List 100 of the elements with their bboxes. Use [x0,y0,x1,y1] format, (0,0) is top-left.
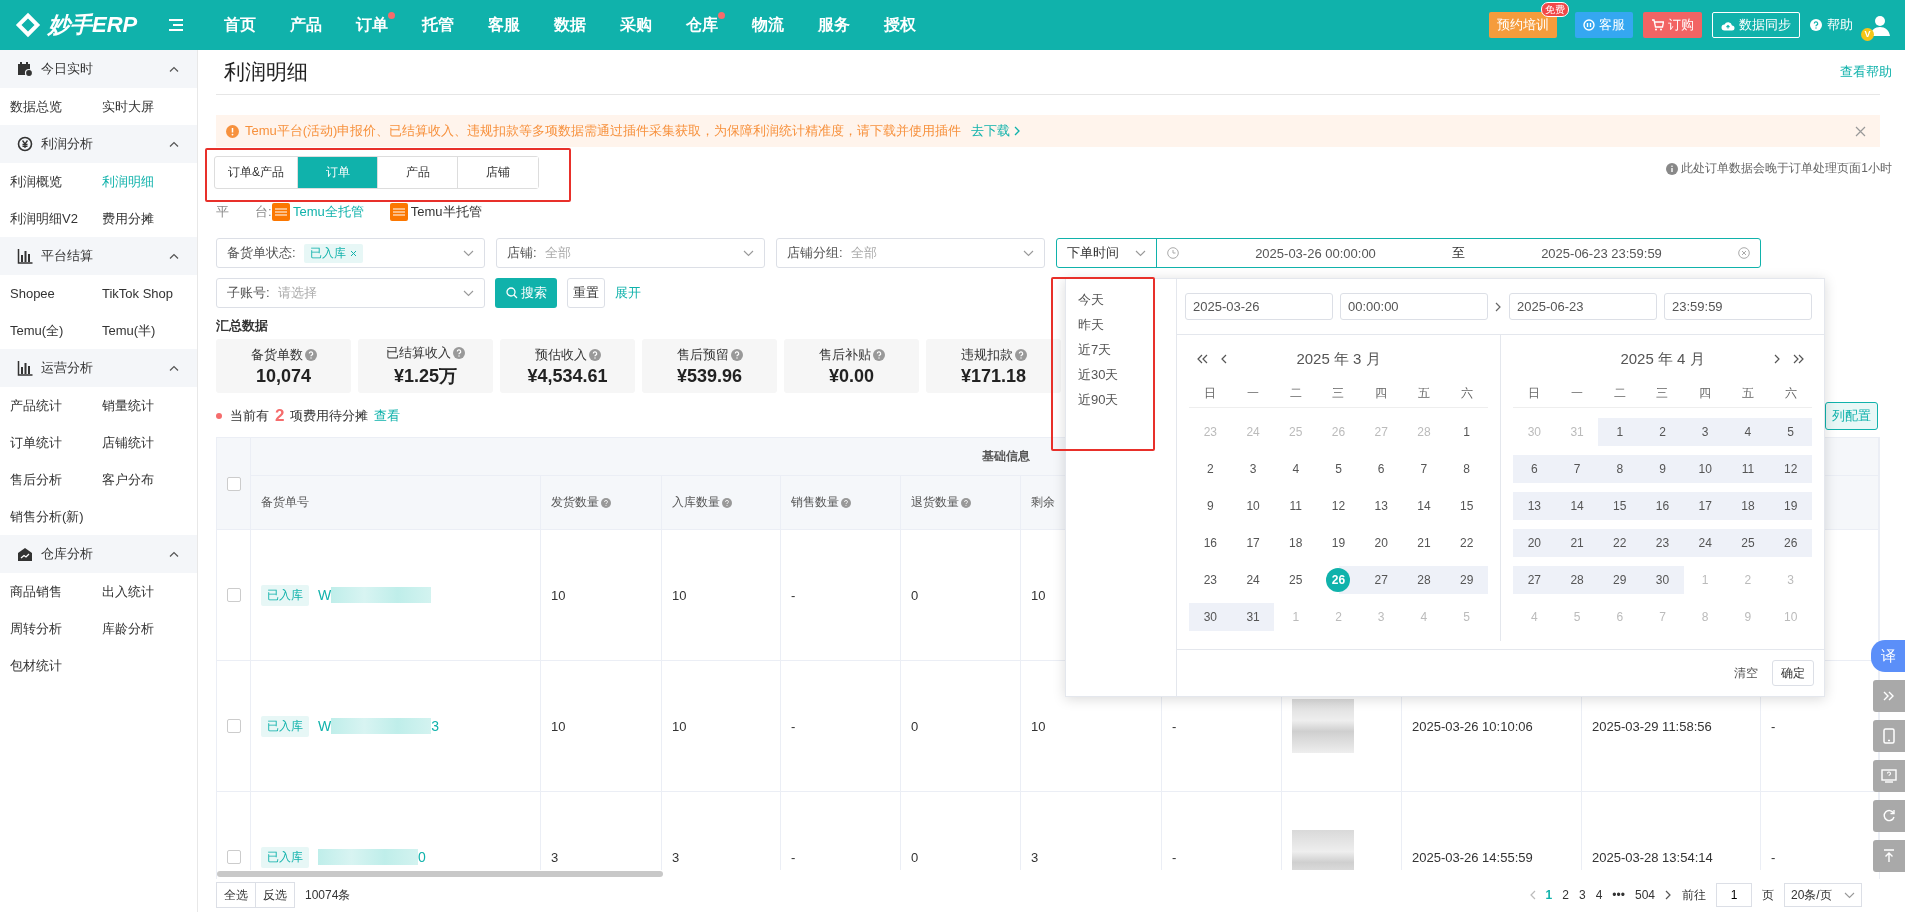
sidebar-item[interactable]: 商品销售 [0,573,92,610]
sidebar-item[interactable]: 数据总览 [0,88,92,125]
calendar-day[interactable]: 18 [1289,535,1303,550]
start-date-input[interactable]: 2025-03-26 [1185,293,1333,320]
sidebar-group-header[interactable]: 利润分析 [0,125,197,163]
help-button[interactable] [1873,760,1905,792]
calendar-day[interactable]: 1 [1463,424,1470,439]
calendar-day[interactable]: 29 [1613,572,1627,587]
sidebar-item[interactable]: 客户分布 [92,461,197,498]
collapse-button[interactable] [1873,680,1905,712]
calendar-day[interactable]: 2 [1207,461,1214,476]
sidebar-item[interactable]: 实时大屏 [92,88,197,125]
calendar-day[interactable]: 24 [1698,535,1712,550]
page-input[interactable]: 1 [1716,883,1752,907]
page-size-select[interactable]: 20条/页 [1784,883,1862,907]
calendar-day[interactable]: 6 [1531,461,1538,476]
calendar-day[interactable]: 13 [1527,498,1542,513]
calendar-day[interactable]: 15 [1613,498,1627,513]
calendar-day[interactable]: 25 [1289,572,1303,587]
calendar-day[interactable]: 4 [1292,461,1300,476]
calendar-day[interactable]: 8 [1463,461,1470,476]
calendar-day[interactable]: 2 [1659,424,1666,439]
menu-icon[interactable] [169,19,183,31]
chevron-right-icon[interactable] [1774,354,1781,364]
calendar-day[interactable]: 21 [1570,535,1584,550]
sidebar-item[interactable]: 利润明细V2 [0,200,92,237]
calendar-day[interactable]: 30 [1203,609,1218,624]
calendar-day[interactable]: 10 [1698,461,1712,476]
calendar-day[interactable]: 12 [1331,498,1346,513]
page-number[interactable]: 3 [1579,888,1586,902]
remove-tag-icon[interactable] [349,249,357,257]
sidebar-item[interactable]: 订单统计 [0,424,92,461]
sidebar-group-header[interactable]: 仓库分析 [0,535,197,573]
calendar-day[interactable]: 3 [1701,424,1709,439]
calendar-day[interactable]: 7 [1420,461,1428,476]
calendar-day[interactable]: 11 [1741,461,1755,476]
calendar-day[interactable]: 30 [1655,572,1670,587]
calendar-day[interactable]: 23 [1655,535,1670,550]
calendar-day[interactable]: 27 [1527,572,1542,587]
calendar-day[interactable]: 13 [1374,498,1388,513]
sidebar-item[interactable]: 销量统计 [92,387,197,424]
sidebar-item[interactable]: 库龄分析 [92,610,197,647]
checkbox[interactable] [226,850,241,864]
sidebar-item[interactable]: Temu(全) [0,312,92,349]
page-number[interactable]: 2 [1562,888,1569,902]
calendar-day[interactable]: 15 [1459,498,1474,513]
calendar-day[interactable]: 29 [1459,572,1474,587]
page-ellipsis[interactable]: ••• [1612,888,1625,902]
calendar-day[interactable]: 5 [1787,424,1794,439]
calendar-day[interactable]: 17 [1698,498,1712,513]
calendar-day[interactable]: 24 [1246,572,1260,587]
page-number[interactable]: 4 [1595,888,1603,902]
checkbox[interactable] [226,476,241,491]
checkbox[interactable] [226,588,241,602]
calendar-day[interactable]: 16 [1203,535,1218,550]
sidebar-item[interactable]: 产品统计 [0,387,92,424]
end-time-input[interactable]: 23:59:59 [1664,293,1812,320]
sidebar-item[interactable]: 店铺统计 [92,424,197,461]
sidebar-group-header[interactable]: 今日实时 [0,50,197,88]
calendar-day[interactable]: 28 [1417,572,1431,587]
reset-button[interactable]: 重置 [567,278,605,308]
calendar-day[interactable]: 20 [1374,535,1388,550]
calendar-day[interactable]: 16 [1655,498,1670,513]
calendar-day[interactable]: 14 [1417,498,1431,513]
shortcut-item[interactable]: 今天 [1066,287,1176,312]
invert-selection-button[interactable]: 反选 [256,882,295,908]
sidebar-item[interactable]: 周转分析 [0,610,92,647]
calendar-day[interactable]: 22 [1613,535,1627,550]
sidebar-item[interactable]: 出入统计 [92,573,197,610]
calendar-day[interactable]: 12 [1783,461,1798,476]
end-date-input[interactable]: 2025-06-23 [1509,293,1657,320]
platform-option[interactable]: Temu半托管 [389,203,482,221]
shortcut-item[interactable]: 近90天 [1066,387,1176,412]
sidebar-item[interactable]: 销售分析(新) [0,498,92,535]
sidebar-item[interactable]: 费用分摊 [92,200,197,237]
filter-select[interactable]: 店铺分组: 全部 [776,238,1045,268]
calendar-day[interactable]: 25 [1741,535,1755,550]
sidebar-item[interactable]: TikTok Shop [92,275,197,312]
calendar-day[interactable]: 4 [1744,424,1752,439]
calendar-day[interactable]: 22 [1459,535,1474,550]
calendar-day[interactable]: 19 [1783,498,1798,513]
calendar-day[interactable]: 26 [1783,535,1798,550]
calendar-day[interactable]: 20 [1527,535,1542,550]
double-chevron-right-icon[interactable] [1793,354,1804,364]
calendar-day[interactable]: 11 [1289,498,1302,513]
calendar-day[interactable]: 21 [1417,535,1431,550]
calendar-day[interactable]: 9 [1207,498,1214,513]
back-to-top-button[interactable] [1873,840,1905,872]
calendar-day[interactable]: 5 [1335,461,1342,476]
double-chevron-left-icon[interactable] [1197,354,1208,364]
calendar-day[interactable]: 19 [1331,535,1346,550]
sub-account-select[interactable]: 子账号: 请选择 [216,278,485,308]
shortcut-item[interactable]: 昨天 [1066,312,1176,337]
select-all-button[interactable]: 全选 [216,882,256,908]
calendar-day[interactable]: 27 [1374,572,1388,587]
page-number[interactable]: 504 [1634,888,1655,902]
calendar-day[interactable]: 18 [1741,498,1755,513]
calendar-day[interactable]: 6 [1377,461,1385,476]
close-icon[interactable] [1855,125,1866,137]
calendar-day[interactable]: 23 [1203,572,1218,587]
